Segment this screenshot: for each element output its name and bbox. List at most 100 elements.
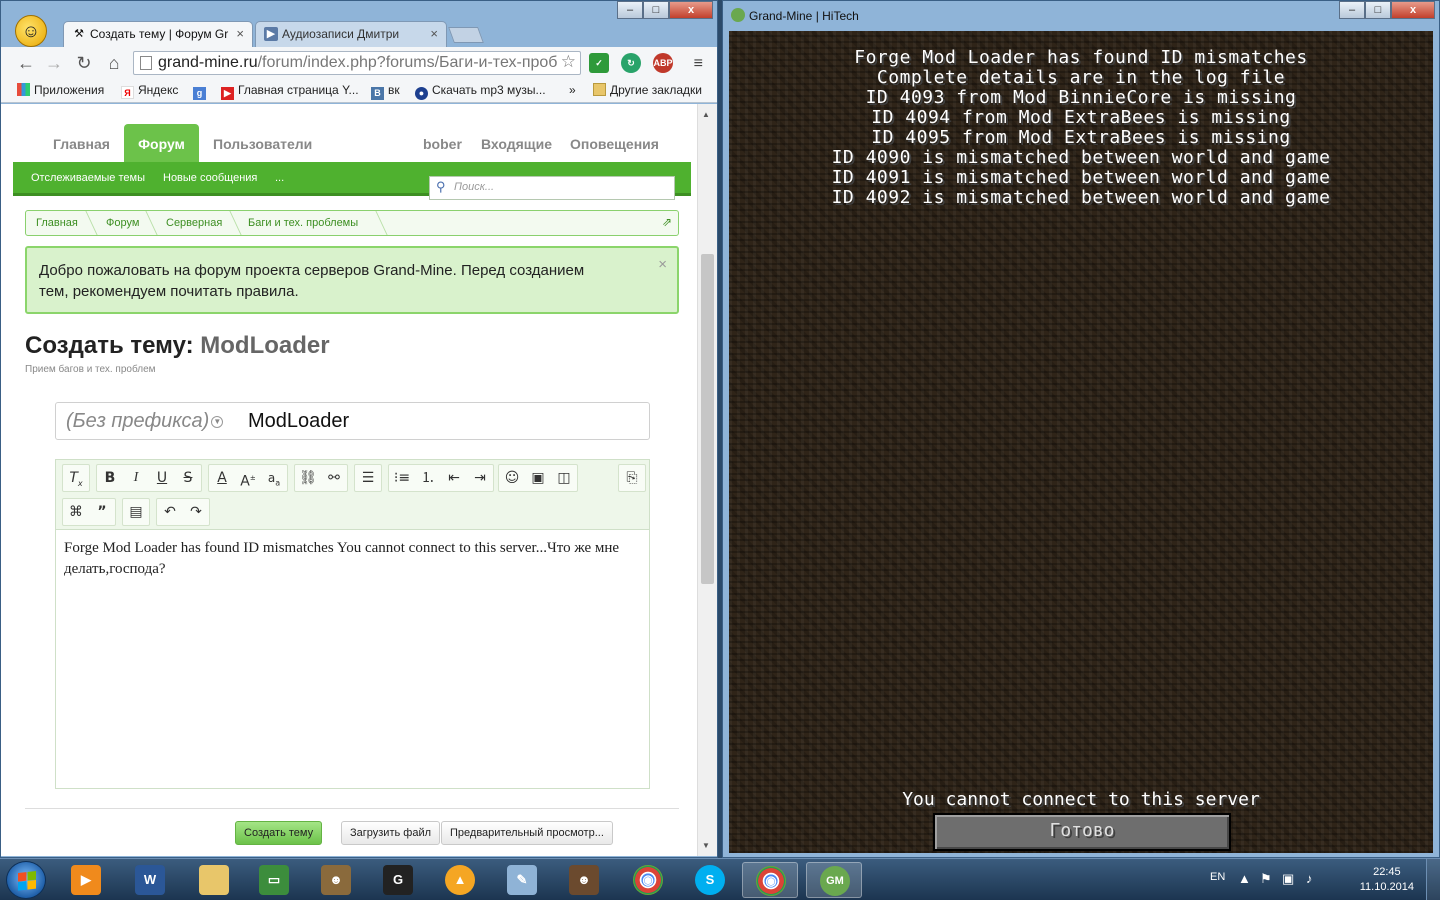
bookmark-star-icon[interactable]: ☆: [561, 52, 576, 72]
taskbar-media-player[interactable]: ▶: [58, 862, 114, 898]
bookmark-yandex[interactable]: Я Яндекс: [121, 83, 178, 99]
tab-close-icon[interactable]: ×: [430, 22, 438, 46]
toggle-bbcode-icon[interactable]: ⎘: [619, 465, 645, 491]
chrome-menu-icon[interactable]: ≡: [694, 55, 703, 73]
profile-avatar-icon[interactable]: ☺: [15, 15, 47, 47]
numbered-list-icon[interactable]: ⒈: [415, 465, 441, 491]
strikethrough-icon[interactable]: S: [175, 465, 201, 491]
reload-icon[interactable]: ↻: [73, 52, 95, 74]
breadcrumb-server[interactable]: Серверная: [166, 217, 222, 229]
preview-button[interactable]: Предварительный просмотр...: [441, 821, 613, 845]
link-icon[interactable]: ⛓: [295, 465, 321, 491]
language-indicator[interactable]: EN: [1210, 871, 1225, 883]
notice-close-icon[interactable]: ×: [658, 254, 667, 275]
font-size-icon[interactable]: A±: [235, 465, 261, 491]
taskbar-explorer[interactable]: [186, 862, 242, 898]
create-thread-button[interactable]: Создать тему: [235, 821, 323, 845]
bold-icon[interactable]: B: [97, 465, 123, 491]
clock[interactable]: 22:45 11.10.2014: [1360, 865, 1414, 895]
tray-expand-icon[interactable]: ▲: [1238, 871, 1251, 886]
home-icon[interactable]: ⌂: [103, 52, 125, 74]
prefix-select[interactable]: (Без префикса) ▼: [66, 410, 224, 433]
taskbar-word[interactable]: W: [122, 862, 178, 898]
tab-audio[interactable]: ▶ Аудиозаписи Дмитри ×: [255, 21, 447, 47]
action-center-flag-icon[interactable]: ⚑: [1260, 871, 1272, 887]
message-textarea[interactable]: Forge Mod Loader has found ID mismatches…: [64, 538, 642, 580]
insert-code-icon[interactable]: ⌘: [63, 499, 89, 525]
thread-title-input[interactable]: ModLoader: [248, 410, 349, 433]
bullet-list-icon[interactable]: ⁝≡: [389, 465, 415, 491]
nav-inbox[interactable]: Входящие: [481, 136, 552, 152]
breadcrumb-home[interactable]: Главная: [36, 217, 78, 229]
volume-icon[interactable]: ♪: [1306, 871, 1313, 886]
redo-icon[interactable]: ↷: [183, 499, 209, 525]
search-input[interactable]: ⚲ Поиск...: [429, 176, 675, 200]
upload-file-button[interactable]: Загрузить файл: [341, 821, 441, 845]
bookmark-other[interactable]: Другие закладки: [593, 83, 702, 97]
forward-arrow-icon[interactable]: →: [43, 52, 65, 74]
scroll-up-icon[interactable]: ▲: [702, 110, 710, 119]
indent-icon[interactable]: ⇥: [467, 465, 493, 491]
nav-forum[interactable]: Форум: [124, 124, 199, 164]
done-button[interactable]: Готово: [933, 813, 1231, 851]
subnav-new-posts[interactable]: Новые сообщения: [163, 172, 257, 184]
quote-icon[interactable]: ”: [89, 499, 115, 525]
close-icon[interactable]: x: [669, 1, 713, 19]
shield-extension-icon[interactable]: ✓: [589, 53, 609, 73]
taskbar-paint[interactable]: ✎: [494, 862, 550, 898]
page-scrollbar[interactable]: ▲ ▼: [697, 104, 717, 856]
image-icon[interactable]: ▣: [525, 465, 551, 491]
taskbar-chrome-active[interactable]: ◉: [742, 862, 798, 898]
taskbar-grand-mine[interactable]: GM: [806, 862, 862, 898]
bookmark-vk[interactable]: Bвк: [371, 83, 400, 100]
new-tab-button[interactable]: [448, 27, 484, 43]
bookmark-google[interactable]: g: [193, 83, 210, 100]
smiley-icon[interactable]: ☺: [499, 465, 525, 491]
bookmark-apps[interactable]: Приложения: [17, 83, 104, 97]
breadcrumb-bugs[interactable]: Баги и тех. проблемы: [248, 217, 358, 229]
tab-create-thread[interactable]: ⚒ Создать тему | Форум Gr ×: [63, 21, 253, 47]
taskbar-vlc[interactable]: ▲: [432, 862, 488, 898]
underline-icon[interactable]: U: [149, 465, 175, 491]
align-icon[interactable]: ☰: [355, 465, 381, 491]
tab-close-icon[interactable]: ×: [236, 22, 244, 46]
remove-format-icon[interactable]: Tx: [63, 465, 89, 491]
address-bar[interactable]: grand-mine.ru/forum/index.php?forums/Баг…: [133, 51, 581, 75]
bookmark-mp3[interactable]: ● Скачать mp3 музы...: [415, 83, 546, 100]
bookmarks-overflow-button[interactable]: »: [569, 83, 576, 97]
maximize-icon[interactable]: □: [1365, 1, 1391, 19]
taskbar-game[interactable]: ☻: [308, 862, 364, 898]
scroll-down-icon[interactable]: ▼: [702, 841, 710, 850]
minimize-icon[interactable]: –: [1339, 1, 1365, 19]
scrollbar-thumb[interactable]: [701, 254, 714, 584]
nav-alerts[interactable]: Оповещения: [570, 136, 659, 152]
save-draft-icon[interactable]: ▤: [123, 499, 149, 525]
network-icon[interactable]: ▣: [1282, 871, 1294, 887]
maximize-icon[interactable]: □: [643, 1, 669, 19]
taskbar-skype[interactable]: S: [682, 862, 738, 898]
minimize-icon[interactable]: –: [617, 1, 643, 19]
taskbar-task-manager[interactable]: ▭: [246, 862, 302, 898]
nav-home[interactable]: Главная: [53, 136, 110, 152]
unlink-icon[interactable]: ⚯: [321, 465, 347, 491]
bookmark-youtube[interactable]: ▶ Главная страница Y...: [221, 83, 359, 100]
font-family-icon[interactable]: aa: [261, 465, 287, 491]
back-arrow-icon[interactable]: ←: [15, 52, 37, 74]
nav-users[interactable]: Пользователи: [213, 136, 312, 152]
outdent-icon[interactable]: ⇤: [441, 465, 467, 491]
start-button[interactable]: [6, 861, 46, 899]
adblock-extension-icon[interactable]: ABP: [653, 53, 673, 73]
text-color-icon[interactable]: A: [209, 465, 235, 491]
media-icon[interactable]: ◫: [551, 465, 577, 491]
jump-to-icon[interactable]: ⇗: [662, 215, 672, 229]
close-icon[interactable]: x: [1391, 1, 1435, 19]
italic-icon[interactable]: I: [123, 465, 149, 491]
subnav-watched-threads[interactable]: Отслеживаемые темы: [31, 172, 145, 184]
subnav-more[interactable]: ...: [275, 172, 284, 184]
taskbar-chrome[interactable]: ◉: [620, 862, 676, 898]
taskbar-gens[interactable]: G: [370, 862, 426, 898]
grammarly-extension-icon[interactable]: ↻: [621, 53, 641, 73]
nav-username[interactable]: bober: [423, 136, 462, 152]
taskbar-game-2[interactable]: ☻: [556, 862, 612, 898]
show-desktop-button[interactable]: [1426, 859, 1440, 900]
